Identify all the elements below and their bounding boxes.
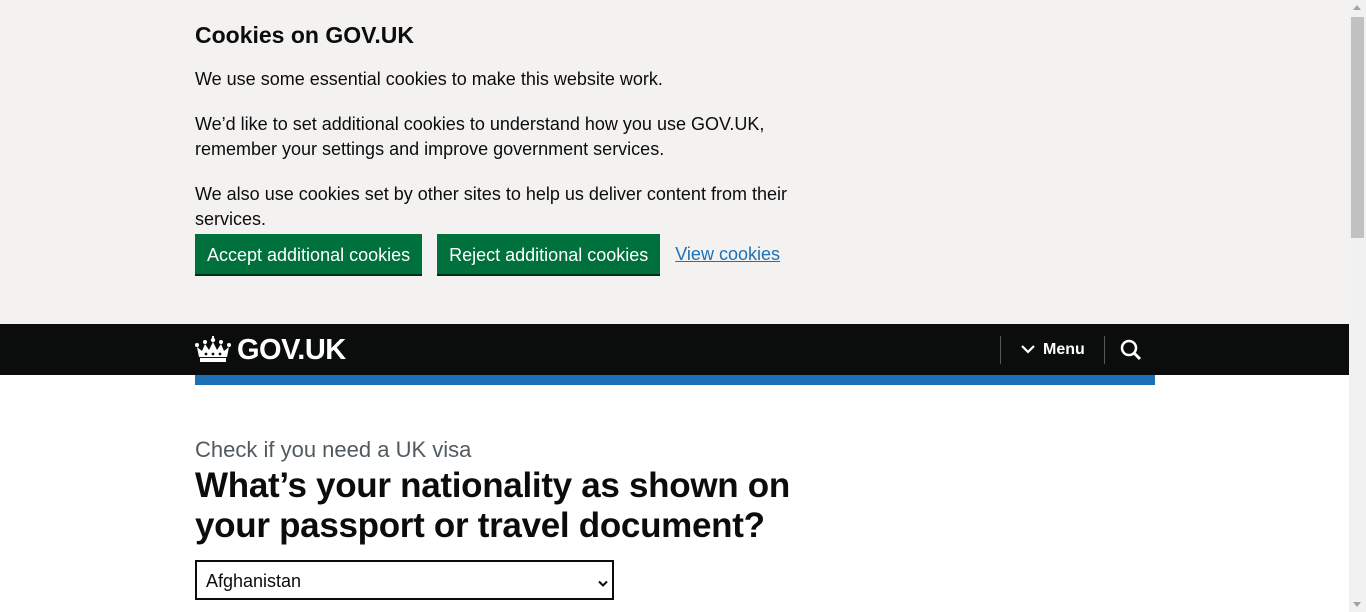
scroll-up-arrow-icon[interactable] [1353,5,1361,10]
chevron-down-icon [1021,339,1043,361]
cookie-banner-title: Cookies on GOV.UK [195,22,414,48]
cookie-banner: Cookies on GOV.UK We use some essential … [0,0,1349,324]
page-scrollbar[interactable] [1349,0,1366,612]
header-accent-bar [195,375,1155,385]
nationality-select-value: Afghanistan [206,571,302,591]
main-content: Check if you need a UK visa What’s your … [195,436,1155,600]
crown-icon [195,336,231,364]
cookie-paragraph-third-party: We also use cookies set by other sites t… [195,184,787,229]
header-divider [1000,336,1001,364]
header-divider [1104,336,1105,364]
cookie-actions: Accept additional cookies Reject additio… [195,234,780,274]
logo-text: GOV.UK [237,334,346,366]
search-button[interactable] [1120,339,1142,361]
viewport: Cookies on GOV.UK We use some essential … [0,0,1349,612]
reject-cookies-button[interactable]: Reject additional cookies [437,234,661,274]
page-title: What’s your nationality as shown on your… [195,466,790,545]
cookie-banner-content: Cookies on GOV.UK We use some essential … [195,0,1155,274]
nationality-select[interactable]: Afghanistan [195,560,614,600]
cookie-paragraph-additional: We’d like to set additional cookies to u… [195,114,765,159]
header-container: GOV.UK Menu [195,324,1155,375]
search-icon [1120,339,1142,365]
page-caption: Check if you need a UK visa [195,437,472,462]
chevron-down-icon [598,575,608,593]
menu-button[interactable]: Menu [1021,339,1085,361]
menu-label: Menu [1043,341,1085,358]
scrollbar-thumb[interactable] [1351,17,1364,238]
page: Cookies on GOV.UK We use some essential … [0,0,1366,612]
scroll-down-arrow-icon[interactable] [1353,602,1361,607]
view-cookies-link[interactable]: View cookies [675,244,780,265]
site-header: GOV.UK Menu [0,324,1349,375]
accept-cookies-button[interactable]: Accept additional cookies [195,234,423,274]
cookie-paragraph-essential: We use some essential cookies to make th… [195,69,663,89]
govuk-logo-link[interactable]: GOV.UK [195,334,346,366]
